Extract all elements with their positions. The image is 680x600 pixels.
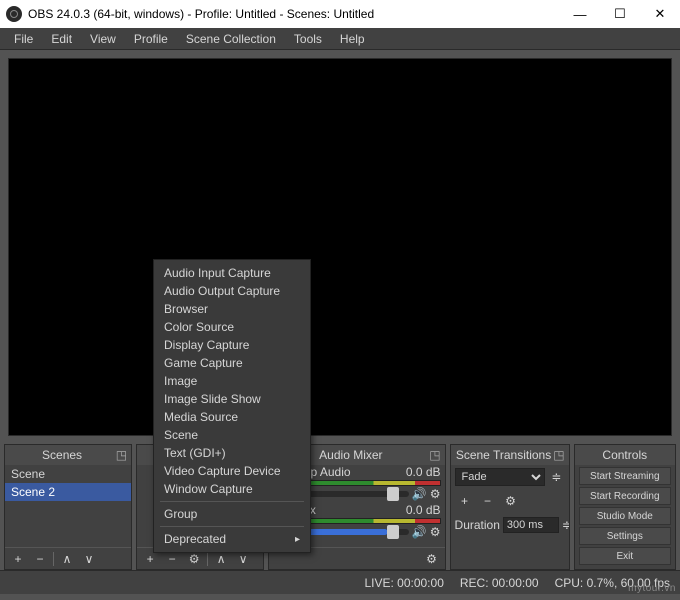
- menubar: FileEditViewProfileScene CollectionTools…: [0, 28, 680, 50]
- separator: [207, 552, 208, 566]
- transition-select[interactable]: Fade: [455, 468, 546, 486]
- add-source-context-menu: Audio Input CaptureAudio Output CaptureB…: [153, 259, 311, 553]
- panels-row: Scenes ◳ SceneScene 2 + − ∧ ∨ Sources ◳ …: [0, 444, 680, 570]
- window-buttons: — ☐ ✕: [560, 0, 680, 28]
- exit-button[interactable]: Exit: [579, 547, 671, 565]
- ctx-item-deprecated[interactable]: Deprecated▸: [154, 530, 310, 548]
- scenes-footer: + − ∧ ∨: [5, 547, 131, 569]
- ctx-item-window-capture[interactable]: Window Capture: [154, 480, 310, 498]
- scene-up-button[interactable]: ∧: [58, 550, 76, 568]
- separator: [160, 526, 304, 527]
- separator: [160, 501, 304, 502]
- start-recording-button[interactable]: Start Recording: [579, 487, 671, 505]
- scene-add-button[interactable]: +: [9, 550, 27, 568]
- controls-title: Controls: [579, 448, 671, 462]
- window-title: OBS 24.0.3 (64-bit, windows) - Profile: …: [28, 7, 374, 21]
- separator: [53, 552, 54, 566]
- ctx-item-audio-output-capture[interactable]: Audio Output Capture: [154, 282, 310, 300]
- ctx-item-audio-input-capture[interactable]: Audio Input Capture: [154, 264, 310, 282]
- status-live: LIVE: 00:00:00: [364, 576, 443, 590]
- transitions-body: Fade ≑ + − ⚙ Duration ≑: [451, 465, 569, 569]
- status-rec: REC: 00:00:00: [460, 576, 539, 590]
- scenes-title: Scenes: [9, 448, 115, 462]
- duration-stepper[interactable]: ≑: [562, 516, 569, 534]
- menu-profile[interactable]: Profile: [126, 30, 176, 48]
- controls-body: Start Streaming Start Recording Studio Mod…: [575, 465, 675, 569]
- status-cpu: CPU: 0.7%, 60.00 fps: [555, 576, 670, 590]
- transition-settings-button[interactable]: ⚙: [501, 492, 521, 510]
- scenes-list: SceneScene 2: [5, 465, 131, 547]
- duration-input[interactable]: [503, 517, 559, 533]
- ctx-item-media-source[interactable]: Media Source: [154, 408, 310, 426]
- transitions-popout-icon[interactable]: ◳: [553, 448, 565, 462]
- mixer-settings-button[interactable]: ⚙: [423, 550, 441, 568]
- menu-tools[interactable]: Tools: [286, 30, 330, 48]
- scene-remove-button[interactable]: −: [31, 550, 49, 568]
- duration-label: Duration: [455, 518, 500, 532]
- ctx-item-video-capture-device[interactable]: Video Capture Device: [154, 462, 310, 480]
- transitions-title: Scene Transitions: [455, 448, 553, 462]
- menu-scene-collection[interactable]: Scene Collection: [178, 30, 284, 48]
- controls-header: Controls: [575, 445, 675, 465]
- close-button[interactable]: ✕: [640, 0, 680, 28]
- app-icon: [6, 6, 22, 22]
- ctx-item-group[interactable]: Group: [154, 505, 310, 523]
- mixer-popout-icon[interactable]: ◳: [429, 448, 441, 462]
- scenes-panel: Scenes ◳ SceneScene 2 + − ∧ ∨: [4, 444, 132, 570]
- controls-panel: Controls Start StreamingStart RecordingS…: [574, 444, 676, 570]
- settings-button[interactable]: Settings: [579, 527, 671, 545]
- chevron-right-icon: ▸: [295, 534, 300, 545]
- menu-file[interactable]: File: [6, 30, 41, 48]
- studio-mode-button[interactable]: Studio Mode: [579, 507, 671, 525]
- status-bar: LIVE: 00:00:00 REC: 00:00:00 CPU: 0.7%, …: [0, 570, 680, 594]
- ctx-item-image[interactable]: Image: [154, 372, 310, 390]
- ctx-item-display-capture[interactable]: Display Capture: [154, 336, 310, 354]
- titlebar: OBS 24.0.3 (64-bit, windows) - Profile: …: [0, 0, 680, 28]
- scenes-header: Scenes ◳: [5, 445, 131, 465]
- scene-row[interactable]: Scene 2: [5, 483, 131, 501]
- ctx-item-image-slide-show[interactable]: Image Slide Show: [154, 390, 310, 408]
- ctx-item-text-gdi-[interactable]: Text (GDI+): [154, 444, 310, 462]
- scene-row[interactable]: Scene: [5, 465, 131, 483]
- speaker-icon[interactable]: 🔊: [412, 525, 427, 539]
- speaker-icon[interactable]: 🔊: [412, 487, 427, 501]
- ctx-item-color-source[interactable]: Color Source: [154, 318, 310, 336]
- transition-add-button[interactable]: +: [455, 492, 475, 510]
- maximize-button[interactable]: ☐: [600, 0, 640, 28]
- channel-db: 0.0 dB: [406, 503, 441, 517]
- channel-settings-icon[interactable]: ⚙: [430, 487, 441, 501]
- preview-area: [0, 50, 680, 444]
- transitions-panel: Scene Transitions ◳ Fade ≑ + − ⚙ Duratio…: [450, 444, 570, 570]
- ctx-item-scene[interactable]: Scene: [154, 426, 310, 444]
- minimize-button[interactable]: —: [560, 0, 600, 28]
- ctx-item-game-capture[interactable]: Game Capture: [154, 354, 310, 372]
- transition-updown-button[interactable]: ≑: [548, 468, 564, 486]
- start-streaming-button[interactable]: Start Streaming: [579, 467, 671, 485]
- menu-help[interactable]: Help: [332, 30, 373, 48]
- channel-db: 0.0 dB: [406, 465, 441, 479]
- scene-down-button[interactable]: ∨: [80, 550, 98, 568]
- ctx-item-browser[interactable]: Browser: [154, 300, 310, 318]
- menu-edit[interactable]: Edit: [43, 30, 80, 48]
- channel-settings-icon[interactable]: ⚙: [430, 525, 441, 539]
- transition-remove-button[interactable]: −: [478, 492, 498, 510]
- scenes-popout-icon[interactable]: ◳: [115, 448, 127, 462]
- menu-view[interactable]: View: [82, 30, 124, 48]
- transitions-header: Scene Transitions ◳: [451, 445, 569, 465]
- preview-canvas[interactable]: [8, 58, 672, 436]
